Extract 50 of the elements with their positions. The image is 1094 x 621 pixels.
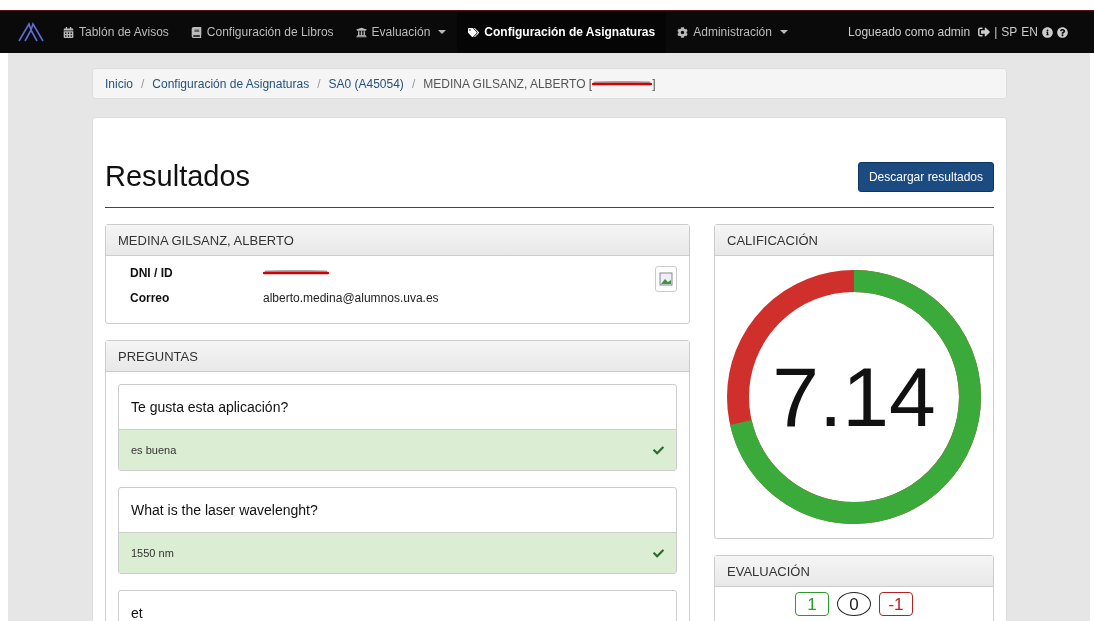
- info-icon[interactable]: [1042, 26, 1053, 38]
- nav-item[interactable]: Configuración de Asignaturas: [457, 11, 667, 53]
- nav-item[interactable]: Evaluación: [344, 11, 458, 53]
- breadcrumb-link[interactable]: SA0 (A45054): [328, 76, 404, 91]
- question-text: et: [130, 604, 144, 621]
- breadcrumb-separator: /: [317, 76, 321, 91]
- page-title: Resultados: [105, 160, 251, 193]
- language-link[interactable]: SP: [1001, 25, 1018, 39]
- panel-heading: EVALUACIÓN: [715, 556, 993, 587]
- breadcrumb-separator: /: [141, 76, 145, 91]
- bracket: ]: [652, 76, 656, 91]
- field-label: DNI / ID: [130, 266, 174, 280]
- panel-heading: PREGUNTAS: [106, 341, 689, 372]
- language-link[interactable]: EN: [1021, 25, 1038, 39]
- breadcrumb-link[interactable]: Configuración de Asignaturas: [152, 76, 310, 91]
- breadcrumb-separator: /: [411, 76, 416, 91]
- check-icon: [653, 444, 664, 456]
- gear-icon: [677, 26, 689, 38]
- field-label: Correo: [130, 291, 171, 305]
- caret-icon: [779, 30, 788, 34]
- bank-icon: [355, 26, 367, 38]
- user-label: Logueado como admin: [848, 25, 971, 39]
- redaction-mark: [263, 268, 329, 277]
- tag-icon: [468, 26, 480, 38]
- help-icon[interactable]: [1057, 26, 1068, 38]
- separator: |: [994, 25, 998, 39]
- answer-text: 1550 nm: [131, 547, 174, 559]
- question-text: Te gusta esta aplicación?: [130, 398, 290, 417]
- nav-item[interactable]: Tablón de Avisos: [52, 11, 180, 53]
- broken-image-icon: [655, 266, 677, 292]
- nav-item[interactable]: Configuración de Libros: [179, 11, 345, 53]
- answer-text: es buena: [131, 444, 177, 456]
- breadcrumb-link[interactable]: Inicio: [105, 76, 133, 91]
- evaluation-badge: 1: [795, 592, 829, 616]
- score-value: 7.14: [772, 348, 936, 446]
- logout-icon[interactable]: [978, 26, 991, 38]
- panel-heading: CALIFICACIÓN: [715, 225, 993, 256]
- breadcrumb-current: MEDINA GILSANZ, ALBERTO [: [423, 76, 593, 91]
- download-button[interactable]: Descargar resultados: [857, 161, 994, 192]
- redaction-mark: [592, 79, 653, 88]
- book-icon: [190, 26, 202, 38]
- evaluation-badge: -1: [879, 592, 913, 616]
- nav-item[interactable]: Administración: [666, 11, 799, 53]
- logo-icon[interactable]: [18, 22, 44, 42]
- question-text: What is the laser wavelenght?: [130, 501, 319, 520]
- check-icon: [653, 547, 664, 559]
- panel-heading: MEDINA GILSANZ, ALBERTO: [106, 225, 689, 256]
- calendar-icon: [63, 26, 74, 38]
- field-value: alberto.medina@alumnos.uva.es: [263, 291, 440, 305]
- caret-icon: [438, 30, 447, 34]
